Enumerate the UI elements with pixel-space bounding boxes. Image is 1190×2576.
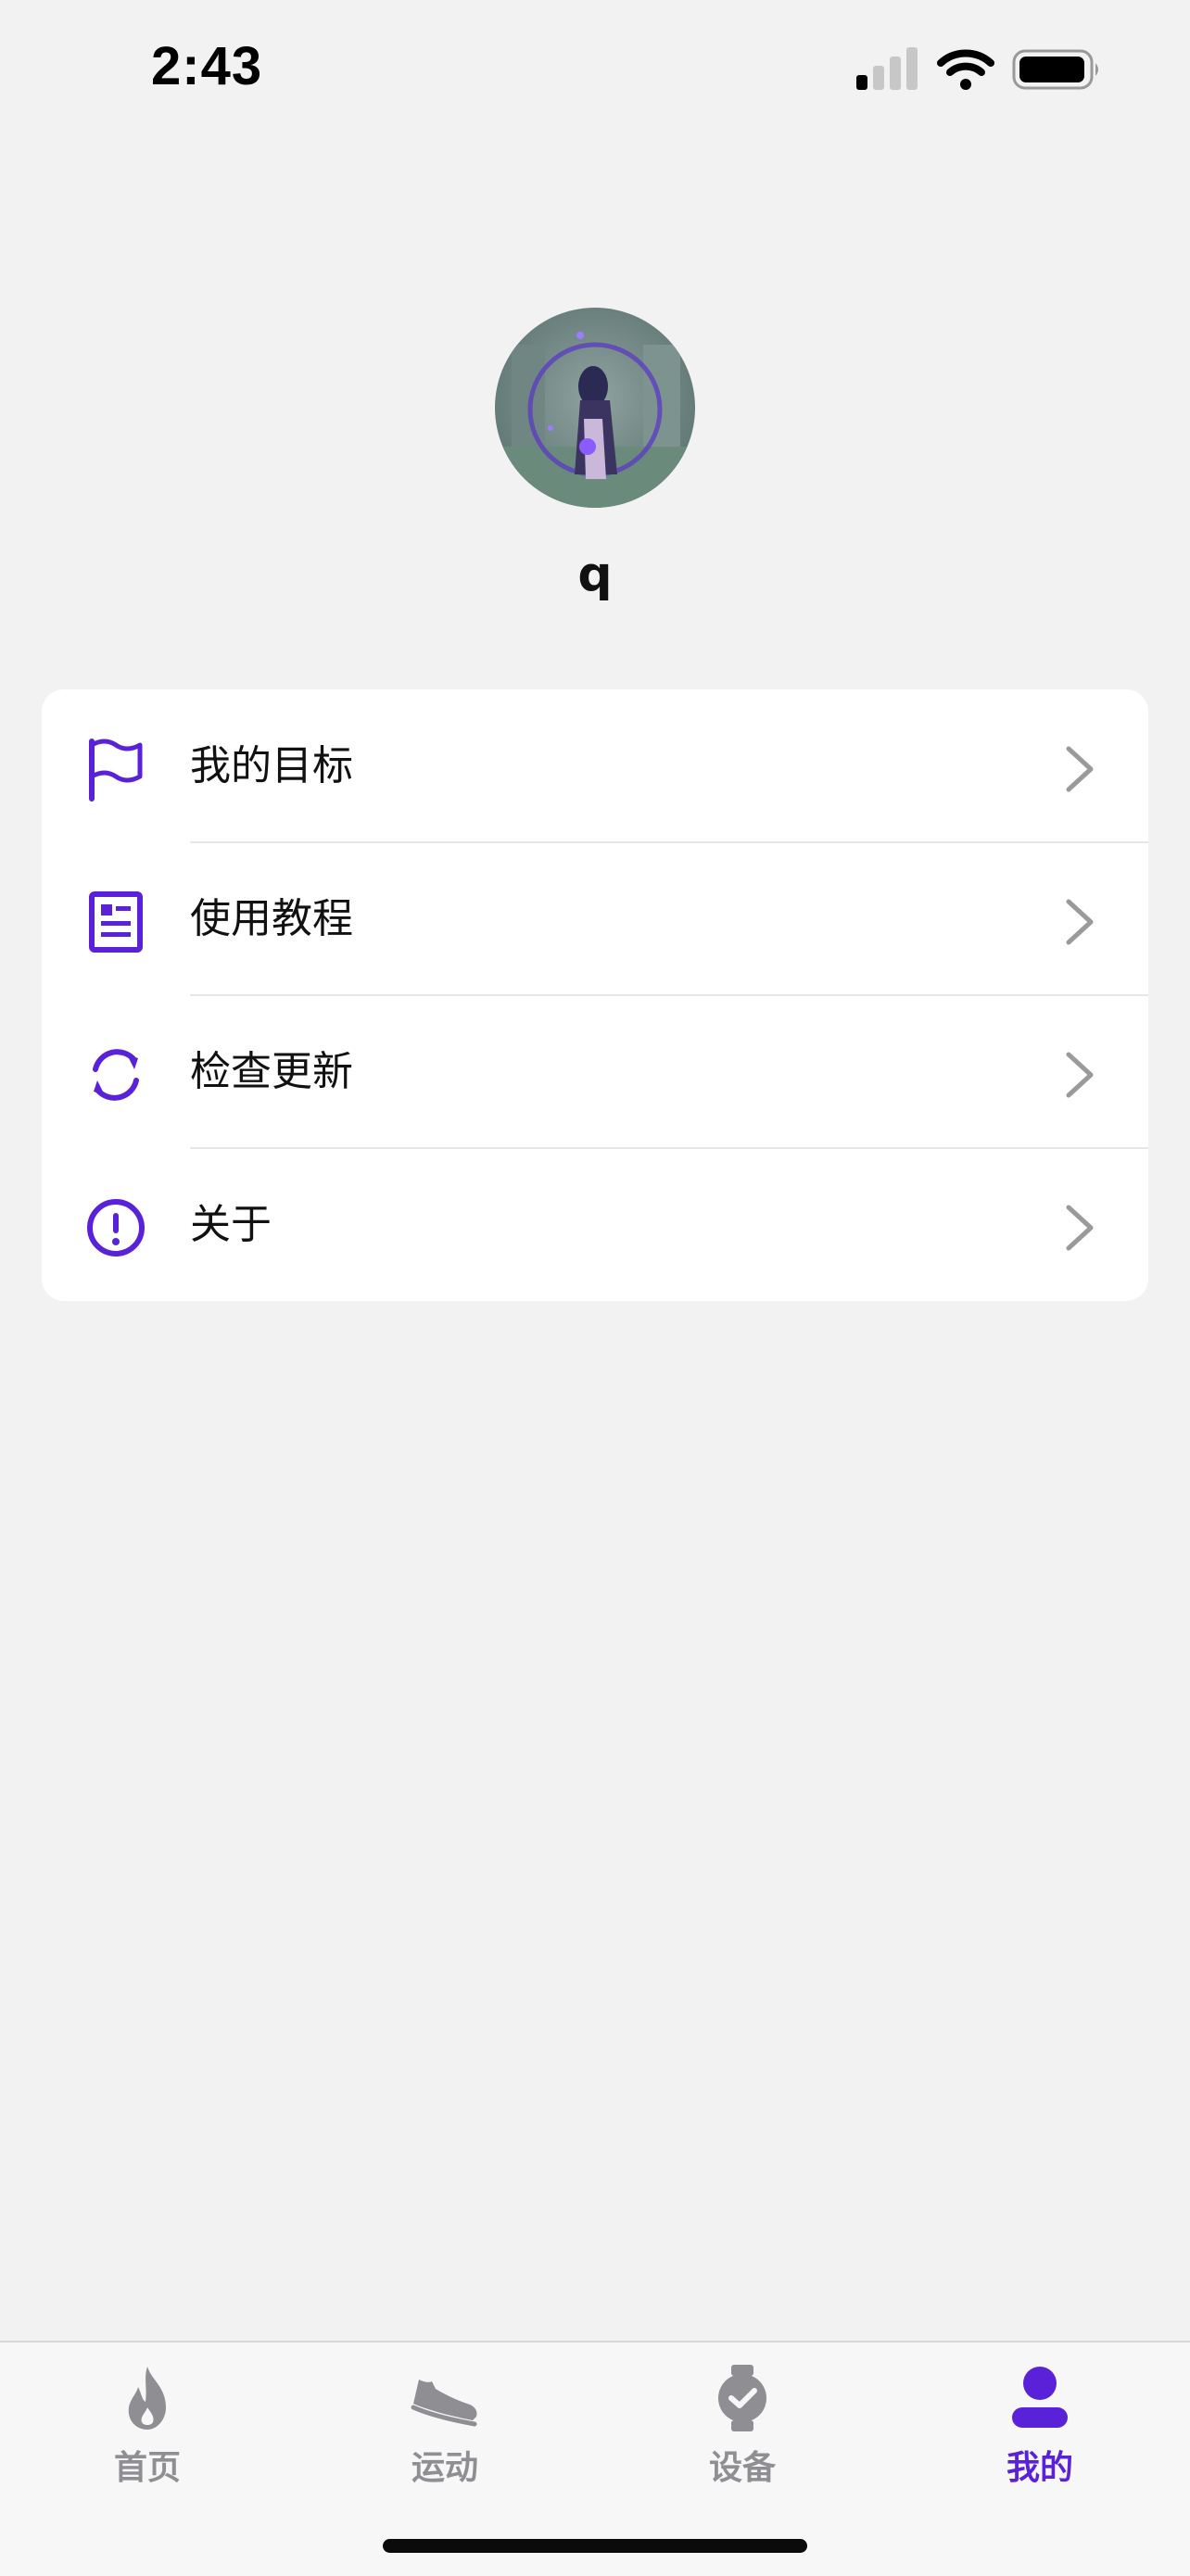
tab-device[interactable]: 设备 xyxy=(650,2361,835,2500)
menu-item-check-update[interactable]: 检查更新 xyxy=(42,995,1148,1148)
menu-item-my-goals[interactable]: 我的目标 xyxy=(42,689,1148,842)
status-bar: 2:43 xyxy=(0,0,1190,139)
status-time: 2:43 xyxy=(151,36,263,96)
avatar-image xyxy=(495,308,695,508)
tab-home[interactable]: 首页 xyxy=(55,2361,240,2500)
tab-label: 首页 xyxy=(113,2449,181,2487)
menu-item-about[interactable]: 关于 xyxy=(42,1148,1148,1301)
person-icon xyxy=(1012,2367,1068,2428)
chevron-right-icon xyxy=(1066,1052,1094,1098)
tab-label: 我的 xyxy=(1006,2449,1073,2487)
wifi-icon xyxy=(937,49,994,90)
settings-menu-card: 我的目标 使用教程 检查更新 关于 xyxy=(42,689,1148,1301)
sneaker-icon xyxy=(411,2380,477,2427)
username: q xyxy=(577,547,613,602)
menu-item-label: 使用教程 xyxy=(190,895,353,942)
battery-icon xyxy=(1012,49,1098,90)
cellular-signal-icon xyxy=(856,47,918,90)
menu-item-label: 检查更新 xyxy=(190,1048,353,1095)
chevron-right-icon xyxy=(1066,1205,1094,1251)
avatar[interactable] xyxy=(495,308,695,508)
info-exclamation-icon xyxy=(87,1199,145,1256)
flame-icon xyxy=(128,2367,166,2430)
tab-label: 运动 xyxy=(411,2449,478,2487)
menu-item-tutorial[interactable]: 使用教程 xyxy=(42,842,1148,995)
menu-item-label: 我的目标 xyxy=(190,742,353,789)
chevron-right-icon xyxy=(1066,746,1094,792)
menu-item-label: 关于 xyxy=(190,1201,272,1248)
home-indicator xyxy=(383,2539,807,2553)
refresh-icon xyxy=(93,1049,139,1101)
chevron-right-icon xyxy=(1066,899,1094,945)
flag-icon xyxy=(89,739,143,802)
watch-icon xyxy=(718,2365,766,2431)
document-icon xyxy=(89,891,143,953)
tab-label: 设备 xyxy=(708,2449,776,2487)
tab-sport[interactable]: 运动 xyxy=(352,2361,538,2500)
tab-mine[interactable]: 我的 xyxy=(947,2361,1133,2500)
